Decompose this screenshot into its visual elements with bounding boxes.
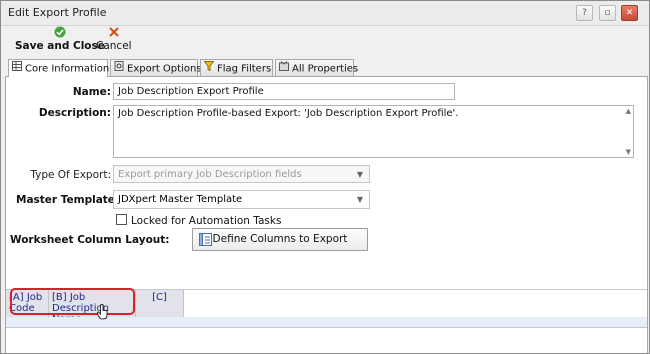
define-columns-button[interactable]: Define Columns to Export — [192, 228, 368, 251]
table-icon — [12, 60, 22, 77]
description-label: Description: — [38, 107, 111, 119]
define-columns-label: Define Columns to Export — [212, 233, 348, 245]
type-of-export-value: Export primary Job Description fields — [118, 169, 302, 180]
tab-label: Flag Filters — [217, 63, 272, 75]
settings-icon — [114, 60, 124, 77]
type-of-export-label: Type Of Export: — [30, 169, 111, 181]
save-and-close-button[interactable]: Save and Close — [15, 26, 105, 52]
title-bar: Edit Export Profile ? ▫ ✕ — [1, 1, 649, 26]
checkbox-box[interactable] — [116, 214, 127, 225]
highlight-outline — [10, 288, 135, 315]
description-textarea[interactable]: Job Description Profile-based Export: 'J… — [113, 105, 634, 158]
cancel-label: Cancel — [96, 40, 132, 52]
columns-icon — [199, 233, 212, 254]
name-input[interactable]: Job Description Export Profile — [113, 83, 455, 100]
help-button[interactable]: ? — [576, 5, 593, 21]
locked-label: Locked for Automation Tasks — [131, 215, 282, 227]
edit-export-profile-window: Edit Export Profile ? ▫ ✕ Save and Close… — [0, 0, 650, 354]
worksheet-column-layout-label: Worksheet Column Layout: — [10, 234, 170, 246]
scroll-up-icon[interactable]: ▲ — [626, 107, 631, 115]
core-information-panel: Name: Job Description Export Profile Des… — [5, 76, 648, 353]
master-template-value: JDXpert Master Template — [118, 194, 243, 205]
name-label: Name: — [72, 86, 111, 98]
cancel-button[interactable]: Cancel — [96, 26, 132, 52]
properties-icon — [279, 60, 289, 77]
close-button[interactable]: ✕ — [621, 5, 638, 21]
tab-label: All Properties — [292, 63, 359, 75]
window-title: Edit Export Profile — [8, 6, 107, 19]
filter-icon — [203, 60, 215, 77]
chevron-down-icon: ▼ — [356, 195, 363, 204]
tab-label: Export Options — [127, 63, 202, 75]
master-template-select[interactable]: JDXpert Master Template ▼ — [113, 190, 370, 209]
column-header-c[interactable]: [C] — [136, 290, 184, 317]
column-header-label: [C] — [152, 292, 167, 303]
tab-export-options[interactable]: Export Options — [110, 59, 202, 77]
scroll-down-icon[interactable]: ▼ — [626, 148, 631, 156]
check-circle-icon — [54, 26, 66, 38]
restore-button[interactable]: ▫ — [599, 5, 616, 21]
hand-cursor-icon — [97, 303, 109, 324]
save-and-close-label: Save and Close — [15, 40, 105, 52]
x-icon — [108, 26, 120, 38]
chevron-down-icon: ▼ — [356, 170, 363, 179]
toolbar: Save and Close Cancel — [1, 26, 649, 58]
master-template-label: Master Template*: — [16, 194, 125, 206]
tab-label: Core Information — [25, 63, 110, 75]
tab-all-properties[interactable]: All Properties — [275, 59, 358, 77]
tab-core-information[interactable]: Core Information — [8, 59, 110, 77]
tab-flag-filters[interactable]: Flag Filters — [200, 59, 273, 76]
type-of-export-select: Export primary Job Description fields ▼ — [113, 165, 370, 183]
description-text: Job Description Profile-based Export: 'J… — [118, 108, 459, 119]
locked-checkbox[interactable]: Locked for Automation Tasks — [116, 214, 281, 227]
